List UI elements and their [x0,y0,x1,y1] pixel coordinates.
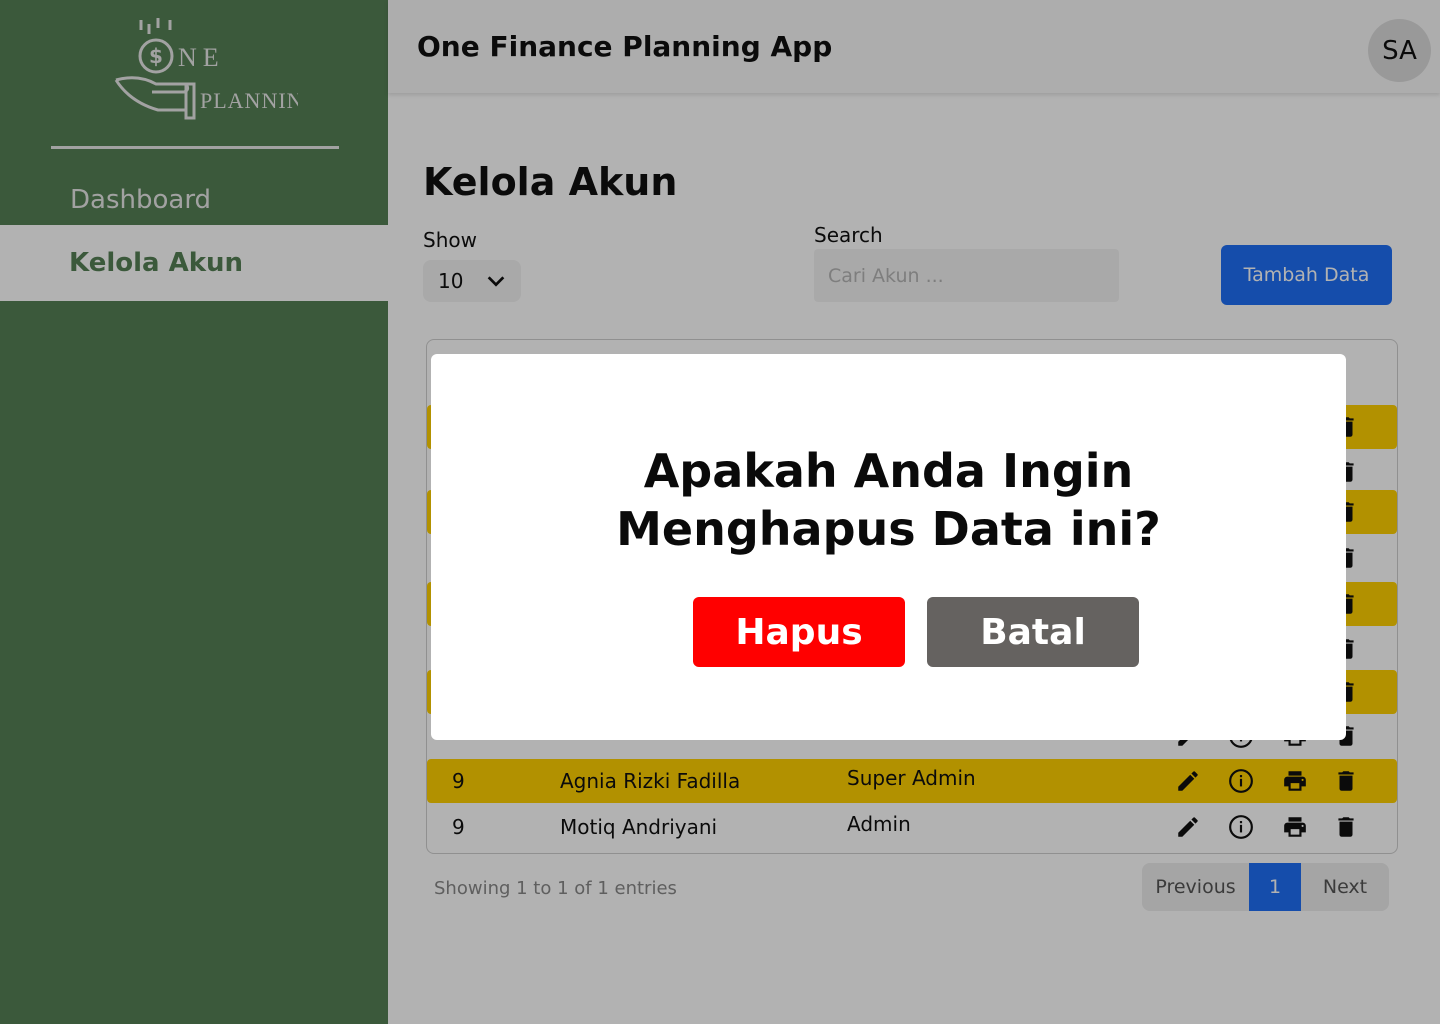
confirm-delete-button[interactable]: Hapus [693,597,905,667]
delete-confirm-modal: Apakah Anda Ingin Menghapus Data ini? Ha… [431,354,1346,740]
cancel-button[interactable]: Batal [927,597,1139,667]
modal-message: Apakah Anda Ingin Menghapus Data ini? [616,444,1161,556]
